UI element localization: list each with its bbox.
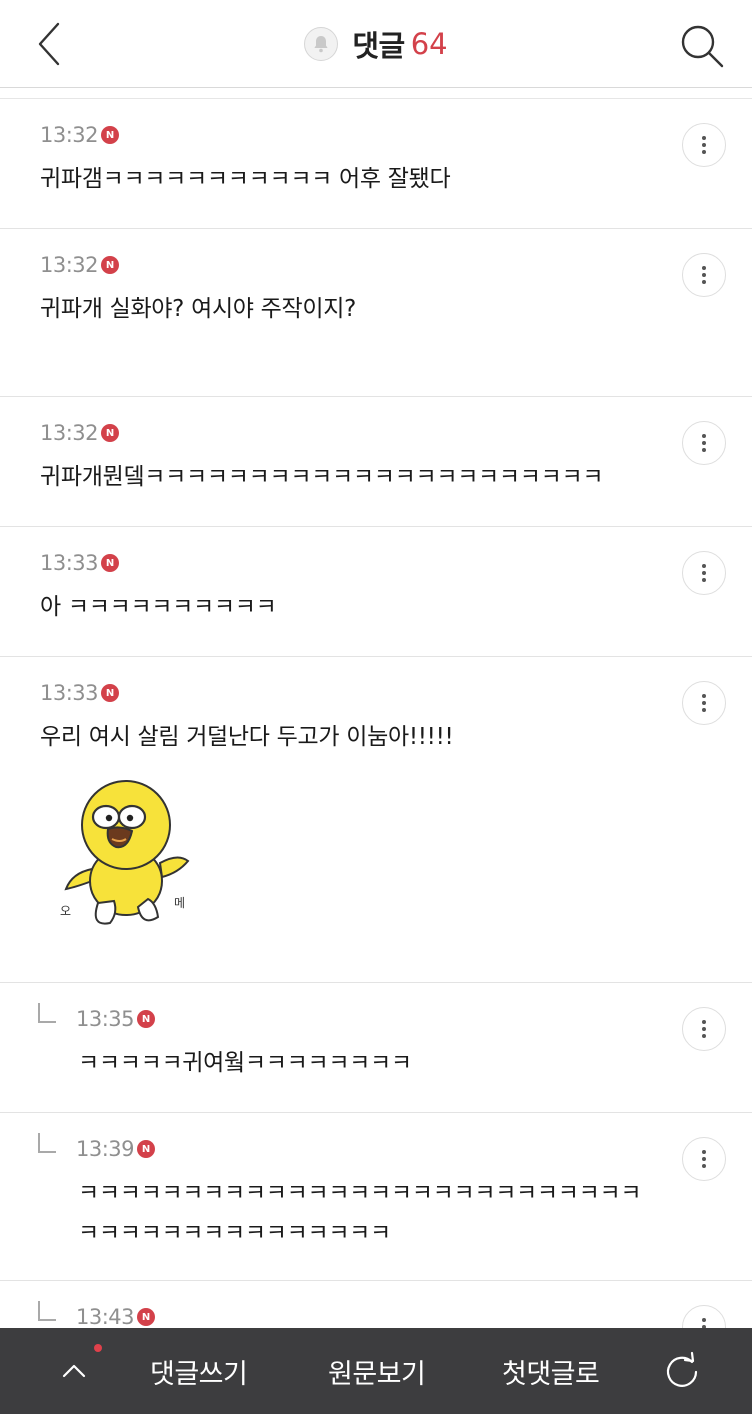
new-badge: N	[137, 1308, 156, 1326]
new-badge: N	[101, 684, 120, 702]
sticker-text-right: 메	[174, 896, 185, 910]
chevron-left-icon	[38, 22, 60, 66]
first-comment-button[interactable]: 첫댓글로	[502, 1328, 600, 1414]
more-vertical-icon	[702, 1020, 706, 1024]
comment-meta: 13:33 N	[40, 681, 120, 705]
comment-text: 우리 여시 살림 거덜난다 두고가 이눔아!!!!!	[40, 724, 454, 750]
comment-meta: 13:39 N	[76, 1137, 156, 1161]
new-badge: N	[101, 256, 120, 274]
comment-time: 13:43	[76, 1305, 135, 1329]
comment-meta: 13:32 N	[40, 253, 120, 277]
new-badge: N	[137, 1010, 156, 1028]
comment-item: 13:33 N 아 ㅋㅋㅋㅋㅋㅋㅋㅋㅋㅋ	[0, 527, 752, 657]
new-badge: N	[101, 424, 120, 442]
more-options-button[interactable]	[682, 123, 726, 167]
comment-time: 13:32	[40, 421, 99, 445]
comment-text: ㅋㅋㅋㅋㅋㅋㅋㅋㅋㅋㅋㅋㅋㅋㅋㅋㅋㅋㅋㅋㅋㅋㅋㅋㅋㅋㅋ ㅋㅋㅋㅋㅋㅋㅋㅋㅋㅋㅋㅋ…	[78, 1173, 712, 1253]
write-comment-button[interactable]: 댓글쓰기	[150, 1328, 248, 1414]
comment-time: 13:33	[40, 681, 99, 705]
notification-dot	[94, 1344, 102, 1352]
search-button[interactable]	[676, 20, 728, 72]
view-original-button[interactable]: 원문보기	[328, 1328, 426, 1414]
page-title: 댓글	[352, 29, 405, 63]
comment-time: 13:35	[76, 1007, 135, 1031]
more-options-button[interactable]	[682, 681, 726, 725]
reply-item: 13:39 N ㅋㅋㅋㅋㅋㅋㅋㅋㅋㅋㅋㅋㅋㅋㅋㅋㅋㅋㅋㅋㅋㅋㅋㅋㅋㅋㅋ ㅋㅋㅋㅋ…	[0, 1113, 752, 1281]
reply-indicator-icon	[38, 1003, 56, 1023]
comment-meta: 13:32 N	[40, 123, 120, 147]
more-vertical-icon	[702, 694, 706, 698]
new-badge: N	[101, 126, 120, 144]
yellow-chick-sticker[interactable]: 오 메	[52, 777, 202, 927]
top-app-bar: 댓글 64	[0, 0, 752, 88]
new-badge: N	[137, 1140, 156, 1158]
more-options-button[interactable]	[682, 551, 726, 595]
comment-count: 64	[410, 27, 448, 61]
search-icon	[681, 25, 724, 68]
refresh-icon	[666, 1351, 698, 1387]
notification-toggle[interactable]	[304, 27, 339, 61]
comment-text: 귀파갬ㅋㅋㅋㅋㅋㅋㅋㅋㅋㅋㅋ 어후 잘됐다	[40, 166, 451, 192]
more-vertical-icon	[702, 434, 706, 438]
comment-text: 귀파개 실화야? 여시야 주작이지?	[40, 296, 357, 322]
more-vertical-icon	[702, 1318, 706, 1322]
header-title: 댓글 64	[0, 0, 752, 88]
comment-time: 13:33	[40, 551, 99, 575]
bell-icon	[314, 36, 328, 53]
comment-text-line: ㅋㅋㅋㅋㅋㅋㅋㅋㅋㅋㅋㅋㅋㅋㅋ	[78, 1220, 391, 1246]
comment-time: 13:39	[76, 1137, 135, 1161]
comment-text: 귀파개뭔뎈ㅋㅋㅋㅋㅋㅋㅋㅋㅋㅋㅋㅋㅋㅋㅋㅋㅋㅋㅋㅋㅋㅋ	[40, 464, 604, 490]
comment-item: 13:32 N 귀파개뭔뎈ㅋㅋㅋㅋㅋㅋㅋㅋㅋㅋㅋㅋㅋㅋㅋㅋㅋㅋㅋㅋㅋㅋ	[0, 397, 752, 527]
reply-item: 13:35 N ㅋㅋㅋㅋㅋ귀여웤ㅋㅋㅋㅋㅋㅋㅋㅋ	[0, 983, 752, 1113]
more-vertical-icon	[702, 564, 706, 568]
reply-indicator-icon	[38, 1133, 56, 1153]
new-badge: N	[101, 554, 120, 572]
comment-time: 13:32	[40, 123, 99, 147]
more-vertical-icon	[702, 136, 706, 140]
comment-item: 13:33 N 우리 여시 살림 거덜난다 두고가 이눔아!!!!! 오 메	[0, 657, 752, 983]
back-button[interactable]	[26, 18, 78, 70]
reply-indicator-icon	[38, 1301, 56, 1321]
comment-text: 아 ㅋㅋㅋㅋㅋㅋㅋㅋㅋㅋ	[40, 594, 277, 620]
comment-meta: 13:32 N	[40, 421, 120, 445]
more-vertical-icon	[702, 1150, 706, 1154]
comment-text-line: ㅋㅋㅋㅋㅋㅋㅋㅋㅋㅋㅋㅋㅋㅋㅋㅋㅋㅋㅋㅋㅋㅋㅋㅋㅋㅋㅋ	[78, 1180, 642, 1206]
bottom-toolbar: 댓글쓰기 원문보기 첫댓글로	[0, 1328, 752, 1414]
more-vertical-icon	[702, 266, 706, 270]
comment-meta: 13:43 N	[76, 1305, 156, 1329]
comment-meta: 13:35 N	[76, 1007, 156, 1031]
comment-item: 13:32 N 귀파갬ㅋㅋㅋㅋㅋㅋㅋㅋㅋㅋㅋ 어후 잘됐다	[0, 99, 752, 229]
comment-meta: 13:33 N	[40, 551, 120, 575]
comment-text: ㅋㅋㅋㅋㅋ귀여웤ㅋㅋㅋㅋㅋㅋㅋㅋ	[78, 1050, 412, 1076]
comment-item: 13:32 N 귀파개 실화야? 여시야 주작이지?	[0, 229, 752, 397]
chevron-up-icon	[62, 1364, 86, 1378]
scroll-up-button[interactable]	[56, 1350, 96, 1390]
more-options-button[interactable]	[682, 253, 726, 297]
refresh-button[interactable]	[660, 1350, 704, 1394]
more-options-button[interactable]	[682, 1007, 726, 1051]
sticker-text-left: 오	[60, 904, 71, 918]
comment-time: 13:32	[40, 253, 99, 277]
